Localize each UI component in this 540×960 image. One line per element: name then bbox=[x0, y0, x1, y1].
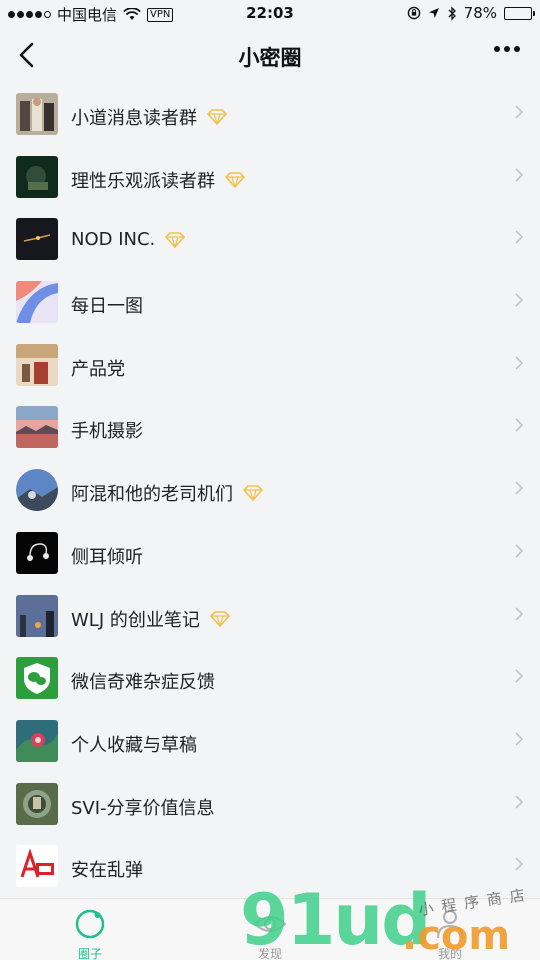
list-item[interactable]: 阿混和他的老司机们 bbox=[0, 460, 540, 523]
diamond-icon bbox=[209, 610, 230, 627]
bluetooth-icon bbox=[448, 5, 456, 21]
eye-tab-icon bbox=[253, 916, 287, 932]
group-avatar bbox=[16, 782, 58, 825]
chevron-right-icon bbox=[515, 293, 524, 307]
list-item[interactable]: 微信奇难杂症反馈 bbox=[0, 648, 540, 711]
list-item[interactable]: 产品党 bbox=[0, 335, 540, 398]
group-avatar bbox=[16, 719, 58, 762]
tab-label: 圈子 bbox=[77, 947, 102, 960]
chevron-right-icon bbox=[515, 732, 524, 746]
group-avatar bbox=[16, 218, 58, 261]
group-avatar bbox=[16, 845, 58, 888]
group-name: 阿混和他的老司机们 bbox=[71, 484, 233, 506]
circle-tab-icon bbox=[75, 909, 105, 939]
group-avatar bbox=[16, 281, 58, 324]
group-list: 小道消息读者群 理性乐观派读者群 NOD INC. 每日一图 产品党 手机摄影 … bbox=[0, 84, 540, 899]
group-name: 每日一图 bbox=[71, 296, 143, 318]
chevron-right-icon bbox=[515, 105, 524, 119]
person-tab-icon bbox=[437, 910, 463, 939]
chevron-right-icon bbox=[515, 168, 524, 182]
chevron-right-icon bbox=[515, 356, 524, 370]
list-item[interactable]: NOD INC. bbox=[0, 209, 540, 272]
group-name: WLJ 的创业笔记 bbox=[71, 609, 200, 631]
list-item[interactable]: WLJ 的创业笔记 bbox=[0, 586, 540, 649]
list-item[interactable]: 每日一图 bbox=[0, 272, 540, 335]
group-avatar bbox=[16, 657, 58, 700]
group-name: 微信奇难杂症反馈 bbox=[71, 672, 215, 694]
group-name: 侧耳倾听 bbox=[71, 546, 143, 568]
list-item[interactable]: 安在乱弹 bbox=[0, 836, 540, 899]
chevron-right-icon bbox=[515, 544, 524, 558]
tab-bar: 圈子 发现 我的 bbox=[0, 898, 540, 960]
group-avatar bbox=[16, 531, 58, 574]
list-item[interactable]: 个人收藏与草稿 bbox=[0, 711, 540, 774]
tab-me[interactable]: 我的 bbox=[400, 899, 500, 960]
chevron-right-icon bbox=[515, 481, 524, 495]
group-avatar bbox=[16, 155, 58, 198]
list-item[interactable]: 侧耳倾听 bbox=[0, 523, 540, 586]
tab-label: 发现 bbox=[257, 947, 282, 960]
status-right: 78% bbox=[407, 4, 535, 22]
chevron-right-icon bbox=[515, 669, 524, 683]
group-avatar bbox=[16, 406, 58, 449]
diamond-icon bbox=[165, 232, 186, 248]
group-name: 产品党 bbox=[71, 358, 125, 380]
status-bar: 中国电信 VPN 22:03 78% bbox=[0, 0, 540, 28]
group-name: 理性乐观派读者群 bbox=[71, 170, 215, 192]
group-name: 安在乱弹 bbox=[71, 860, 143, 882]
diamond-icon bbox=[225, 171, 245, 188]
more-options-icon[interactable] bbox=[494, 46, 520, 52]
list-item[interactable]: SVI-分享价值信息 bbox=[0, 774, 540, 837]
chevron-right-icon bbox=[515, 794, 524, 809]
chevron-right-icon bbox=[515, 857, 524, 871]
list-item[interactable]: 理性乐观派读者群 bbox=[0, 147, 540, 210]
group-name: 手机摄影 bbox=[71, 421, 143, 443]
group-name: NOD INC. bbox=[71, 229, 156, 251]
group-avatar bbox=[16, 93, 58, 135]
chevron-right-icon bbox=[515, 418, 524, 433]
battery-icon bbox=[504, 6, 535, 20]
group-avatar bbox=[16, 469, 58, 512]
location-arrow-icon bbox=[428, 8, 439, 18]
group-name: 小道消息读者群 bbox=[71, 108, 197, 129]
tab-label: 我的 bbox=[437, 947, 462, 960]
group-name: 个人收藏与草稿 bbox=[71, 734, 197, 756]
rotation-lock-icon bbox=[407, 6, 420, 20]
diamond-icon bbox=[207, 109, 227, 125]
group-name: SVI-分享价值信息 bbox=[71, 797, 215, 819]
chevron-right-icon bbox=[515, 606, 524, 621]
page-title: 小密圈 bbox=[238, 46, 302, 70]
tab-circles[interactable]: 圈子 bbox=[40, 899, 140, 960]
chevron-right-icon bbox=[515, 230, 524, 244]
list-item[interactable]: 手机摄影 bbox=[0, 397, 540, 460]
navigation-bar: 小密圈 bbox=[0, 28, 540, 84]
battery-percent: 78% bbox=[463, 4, 497, 22]
list-item[interactable]: 小道消息读者群 bbox=[0, 84, 540, 147]
group-avatar bbox=[16, 594, 58, 637]
group-avatar bbox=[16, 343, 58, 386]
diamond-icon bbox=[243, 485, 263, 502]
tab-discover[interactable]: 发现 bbox=[220, 899, 320, 960]
